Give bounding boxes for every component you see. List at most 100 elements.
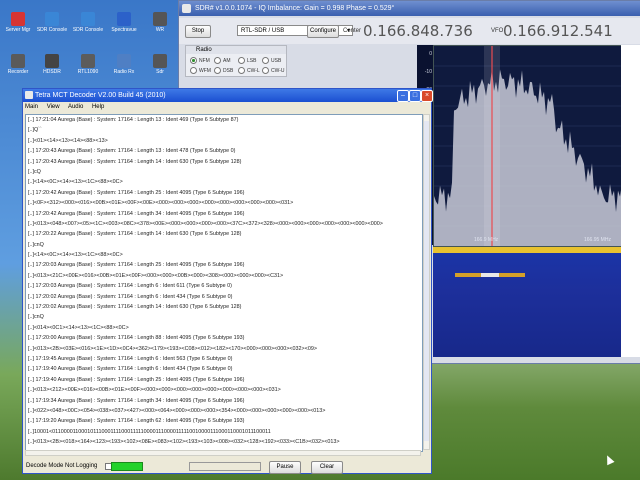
- mode-radio-label: USB: [271, 57, 282, 64]
- clear-button[interactable]: Clear: [311, 461, 343, 474]
- spectrum-display[interactable]: 166.9 MHz 166.95 MHz: [433, 45, 623, 247]
- app-icon: [117, 54, 131, 68]
- scrollbar-thumb[interactable]: [424, 121, 429, 441]
- app-icon: [45, 12, 59, 26]
- log-line: [..]<013><212><00E><016><00B><01E><00F><…: [28, 387, 281, 394]
- desktop-icon[interactable]: SDR Console: [34, 12, 70, 33]
- log-line: [..]<14><0C><14><13><1C><88><0C>: [28, 252, 123, 259]
- tetra-titlebar[interactable]: Tetra MCT Decoder V2.00 Build 45 (2010) …: [23, 89, 433, 102]
- log-line: [..]cnQ: [28, 314, 44, 321]
- mode-radio[interactable]: USB: [262, 57, 281, 64]
- desktop-icon-label: SDR Console: [72, 27, 104, 33]
- radio-panel-header[interactable]: Radio: [186, 46, 286, 54]
- db-tick-label: -10: [424, 69, 432, 75]
- tetra-menubar: Main View Audio Help: [23, 102, 431, 112]
- mode-radio-label: DSB: [223, 67, 234, 74]
- app-icon: [117, 12, 131, 26]
- decoder-log[interactable]: [..] 17:21:04 Aurega (Base) : System: 17…: [25, 114, 423, 452]
- log-line: [..] 17:20:22 Aurega (Base) : System: 17…: [28, 231, 242, 238]
- decode-mode-status: Decode Mode Not Logging: [26, 463, 98, 469]
- mode-radio[interactable]: WFM: [190, 67, 211, 74]
- mode-radio[interactable]: CW-U: [262, 67, 285, 74]
- log-line: [..] 17:20:03 Aurega (Base) : System: 17…: [28, 283, 232, 290]
- log-line: [..]10001<011000011000101110001111000111…: [28, 428, 271, 435]
- app-icon: [153, 12, 167, 26]
- sdr-toolbar: Stop RTL-SDR / USB Configure Center 0.16…: [179, 18, 640, 44]
- log-vertical-scrollbar[interactable]: [423, 114, 430, 450]
- log-line: [..]<013><048><007><05><1C><003><08C><37…: [28, 220, 383, 227]
- desktop-icon-label: SDR Console: [36, 27, 68, 33]
- stop-button[interactable]: Stop: [185, 25, 211, 38]
- log-line: [..] 17:20:03 Aurega (Base) : System: 17…: [28, 262, 245, 269]
- desktop-icon[interactable]: Spectravue: [106, 12, 142, 33]
- log-line: [..]<013><21C><00E><016><00B><01E><00F><…: [28, 272, 284, 279]
- log-line: [..]cQ: [28, 168, 41, 175]
- log-line: [..] 17:19:34 Aurega (Base) : System: 17…: [28, 397, 245, 404]
- log-horizontal-scrollbar[interactable]: [25, 450, 421, 456]
- minimize-button[interactable]: –: [397, 90, 409, 102]
- tetra-app-icon: [25, 91, 33, 99]
- mode-radio[interactable]: CW-L: [238, 67, 260, 74]
- mode-radio-label: NFM: [199, 57, 210, 64]
- frequency-tick-label: 166.95 MHz: [584, 237, 611, 243]
- mode-radio[interactable]: DSB: [214, 67, 233, 74]
- log-line: [..] 17:19:45 Aurega (Base) : System: 17…: [28, 355, 233, 362]
- desktop-icon[interactable]: Sdr: [142, 54, 178, 75]
- log-line: [..]cnQ: [28, 241, 44, 248]
- desktop-icon[interactable]: WR: [142, 12, 178, 33]
- app-icon: [81, 54, 95, 68]
- radio-panel: Radio NFM AM LSB USB WFM DSB CW-L CW-U: [185, 45, 287, 77]
- app-icon: [153, 54, 167, 68]
- menu-audio[interactable]: Audio: [68, 104, 83, 110]
- mode-radio-label: WFM: [199, 67, 211, 74]
- desktop-icon[interactable]: RTL1090: [70, 54, 106, 75]
- center-frequency[interactable]: 0.166.848.736: [363, 18, 473, 44]
- log-line: [..] 17:20:02 Aurega (Base) : System: 17…: [28, 293, 233, 300]
- log-line: [..]Q``: [28, 127, 42, 134]
- log-line: [..] 17:20:43 Aurega (Base) : System: 17…: [28, 158, 242, 165]
- log-line: [..]<14><0C><14><13><1C><88><0C>: [28, 179, 123, 186]
- log-line: [..] 17:19:40 Aurega (Base) : System: 17…: [28, 366, 233, 373]
- desktop-icon[interactable]: Server Mgr: [0, 12, 36, 33]
- configure-button[interactable]: Configure: [307, 25, 339, 38]
- mode-radio[interactable]: NFM: [190, 57, 210, 64]
- desktop-icon[interactable]: Recorder: [0, 54, 36, 75]
- menu-help[interactable]: Help: [92, 104, 104, 110]
- desktop-icon-label: Recorder: [7, 69, 29, 75]
- mode-radio[interactable]: LSB: [238, 57, 256, 64]
- close-button[interactable]: ×: [421, 90, 433, 102]
- desktop-icon[interactable]: HDSDR: [34, 54, 70, 75]
- desktop-icons: Server Mgr SDR Console SDR Console Spectrav…: [0, 0, 180, 90]
- desktop-icon-label: RTL1090: [77, 69, 99, 75]
- log-line: [..]<013><2B><03E><016><1E><1D><0C4><362…: [28, 345, 317, 352]
- menu-view[interactable]: View: [47, 104, 60, 110]
- desktop-icon-label: HDSDR: [43, 69, 61, 75]
- app-icon: [11, 54, 25, 68]
- sdr-app-icon: [182, 4, 191, 13]
- status-bar: Decode Mode Not Logging Pause Clear: [23, 459, 431, 474]
- desktop-icon[interactable]: Radio Rx: [106, 54, 142, 75]
- desktop-icon-label: WR: [155, 27, 165, 33]
- pause-button[interactable]: Pause: [269, 461, 301, 474]
- vfo-frequency[interactable]: 0.166.912.541: [503, 18, 613, 44]
- maximize-button[interactable]: □: [409, 90, 421, 102]
- desktop-icon[interactable]: SDR Console: [70, 12, 106, 33]
- log-line: [..]<01><14><13><14><88><13>: [28, 137, 108, 144]
- vfo-label: VFO: [491, 28, 504, 34]
- log-line: [..]<013><2B><018><164><123><193><102><0…: [28, 439, 340, 446]
- log-line: [..] 17:19:40 Aurega (Base) : System: 17…: [28, 376, 245, 383]
- sdr-titlebar[interactable]: SDR# v1.0.0.1074 - IQ Imbalance: Gain = …: [179, 1, 640, 16]
- mode-radio[interactable]: AM: [214, 57, 231, 64]
- desktop-icon-label: Radio Rx: [113, 69, 135, 75]
- mode-radio-label: CW-L: [247, 67, 260, 74]
- sdr-title: SDR# v1.0.0.1074 - IQ Imbalance: Gain = …: [195, 5, 395, 12]
- mode-radio-label: AM: [223, 57, 231, 64]
- status-field: [189, 462, 261, 471]
- app-icon: [45, 54, 59, 68]
- waterfall-signal-core: [481, 273, 499, 277]
- desktop-icon-label: Sdr: [156, 69, 164, 75]
- frequency-tick-label: 166.9 MHz: [474, 237, 499, 243]
- menu-main[interactable]: Main: [25, 104, 38, 110]
- waterfall-display[interactable]: [433, 247, 621, 357]
- app-icon: [81, 12, 95, 26]
